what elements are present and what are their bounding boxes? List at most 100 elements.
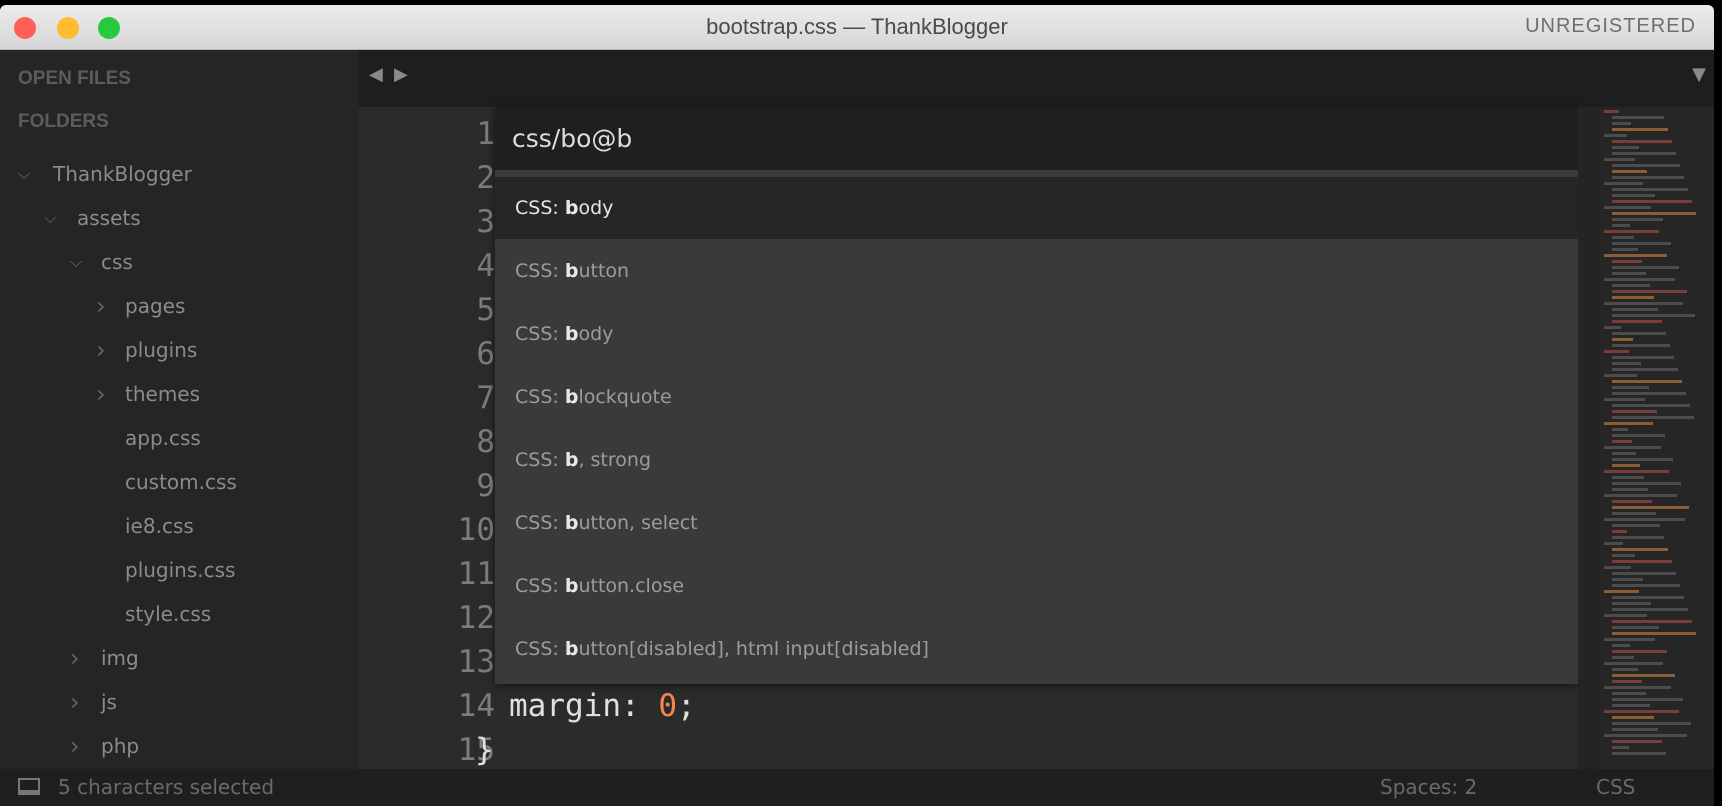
tree-item[interactable]: › themes: [0, 379, 359, 409]
tree-item[interactable]: › img: [0, 643, 359, 673]
chevron-down-icon[interactable]: ⌵: [70, 247, 82, 277]
chevron-down-icon[interactable]: ⌵: [18, 159, 30, 189]
minimap-line: [1612, 368, 1678, 371]
goto-result-item[interactable]: CSS: b, strong: [495, 429, 1578, 491]
minimap[interactable]: [1598, 107, 1714, 769]
minimap-line: [1612, 248, 1638, 251]
tree-item[interactable]: custom.css: [0, 467, 359, 497]
goto-result-item[interactable]: CSS: blockquote: [495, 366, 1578, 428]
result-rest: utton, select: [578, 512, 698, 534]
minimap-line: [1612, 554, 1635, 557]
minimap-line: [1612, 740, 1662, 743]
result-rest: utton[disabled], html input[disabled]: [578, 638, 929, 660]
minimap-line: [1612, 500, 1652, 503]
chevron-right-icon[interactable]: ›: [70, 643, 80, 673]
minimap-line: [1612, 314, 1695, 317]
minimap-line: [1604, 566, 1631, 569]
tree-item[interactable]: plugins.css: [0, 555, 359, 585]
goto-result-item[interactable]: CSS: body: [495, 177, 1578, 239]
result-rest: utton: [578, 260, 630, 282]
line-number: 3: [476, 204, 495, 240]
minimap-line: [1612, 212, 1696, 215]
minimap-line: [1604, 494, 1677, 497]
goto-anything-input[interactable]: css/bo@b: [495, 107, 1578, 170]
tree-item[interactable]: › js: [0, 687, 359, 717]
minimap-line: [1612, 632, 1696, 635]
syntax-status[interactable]: CSS: [1596, 775, 1635, 799]
result-prefix: CSS:: [515, 260, 565, 282]
goto-result-item[interactable]: CSS: button.close: [495, 555, 1578, 617]
minimap-line: [1612, 140, 1672, 143]
minimap-line: [1612, 290, 1687, 293]
tree-item[interactable]: › php: [0, 731, 359, 761]
chevron-right-icon[interactable]: ›: [96, 335, 106, 365]
tab-menu-icon[interactable]: ▼: [1692, 64, 1706, 85]
minimap-line: [1612, 440, 1632, 443]
tree-item[interactable]: ie8.css: [0, 511, 359, 541]
minimap-line: [1612, 188, 1688, 191]
minimap-line: [1604, 518, 1685, 521]
triangle-left-icon[interactable]: ◀: [369, 64, 383, 85]
tree-item-label: plugins: [125, 338, 198, 362]
minimap-line: [1612, 608, 1688, 611]
sidebar: OPEN FILES FOLDERS ⌵ ThankBlogger ⌵ assets ⌵…: [0, 50, 359, 769]
line-number: 2: [476, 160, 495, 196]
minimap-line: [1604, 614, 1647, 617]
goto-result-item[interactable]: CSS: button[disabled], html input[disabl…: [495, 618, 1578, 680]
title-bar: bootstrap.css — ThankBlogger UNREGISTERE…: [0, 5, 1714, 50]
minimap-line: [1612, 644, 1630, 647]
minimap-line: [1612, 584, 1680, 587]
tree-item[interactable]: app.css: [0, 423, 359, 453]
minimap-line: [1612, 602, 1651, 605]
line-number: 14: [457, 688, 495, 724]
result-rest: ody: [578, 323, 614, 345]
minimap-line: [1612, 572, 1676, 575]
tree-item[interactable]: ⌵ assets: [0, 203, 359, 233]
minimap-line: [1612, 746, 1629, 749]
minimap-line: [1612, 260, 1642, 263]
minimap-line: [1612, 506, 1689, 509]
minimap-line: [1612, 656, 1634, 659]
tree-item[interactable]: › plugins: [0, 335, 359, 365]
chevron-right-icon[interactable]: ›: [70, 687, 80, 717]
goto-result-item[interactable]: CSS: button: [495, 240, 1578, 302]
minimap-line: [1604, 206, 1651, 209]
minimap-line: [1612, 236, 1634, 239]
goto-result-item[interactable]: CSS: button, select: [495, 492, 1578, 554]
minimap-line: [1604, 326, 1621, 329]
line-number: 5: [476, 292, 495, 328]
minimap-line: [1612, 680, 1642, 683]
tree-item[interactable]: ⌵ ThankBlogger: [0, 159, 359, 189]
minimap-line: [1604, 686, 1671, 689]
chevron-right-icon[interactable]: ›: [96, 379, 106, 409]
panel-toggle-icon[interactable]: [18, 778, 40, 795]
minimap-line: [1612, 650, 1667, 653]
minimap-line: [1612, 476, 1644, 479]
tree-item[interactable]: style.css: [0, 599, 359, 629]
open-files-header[interactable]: OPEN FILES: [18, 68, 131, 90]
line-number-gutter: 1 2 3 4 5 6 7 8 9 10 11 12 13 14 15: [359, 107, 495, 769]
minimap-line: [1612, 752, 1666, 755]
tree-item[interactable]: › pages: [0, 291, 359, 321]
goto-result-item[interactable]: CSS: body: [495, 303, 1578, 365]
chevron-down-icon[interactable]: ⌵: [44, 203, 56, 233]
minimap-line: [1604, 590, 1639, 593]
tree-item[interactable]: ⌵ css: [0, 247, 359, 277]
indentation-status[interactable]: Spaces: 2: [1380, 775, 1477, 799]
tree-item-label: img: [101, 646, 139, 670]
line-number: 13: [457, 644, 495, 680]
minimap-line: [1612, 200, 1692, 203]
minimap-line: [1612, 458, 1673, 461]
minimap-line: [1612, 338, 1633, 341]
minimap-line: [1612, 356, 1674, 359]
minimap-line: [1612, 596, 1684, 599]
minimap-line: [1612, 434, 1665, 437]
minimap-line: [1612, 218, 1663, 221]
folders-header[interactable]: FOLDERS: [18, 111, 109, 133]
minimap-line: [1604, 374, 1637, 377]
chevron-right-icon[interactable]: ›: [70, 731, 80, 761]
triangle-right-icon[interactable]: ▶: [394, 64, 408, 85]
result-prefix: CSS:: [515, 197, 565, 219]
minimap-line: [1612, 284, 1650, 287]
chevron-right-icon[interactable]: ›: [96, 291, 106, 321]
